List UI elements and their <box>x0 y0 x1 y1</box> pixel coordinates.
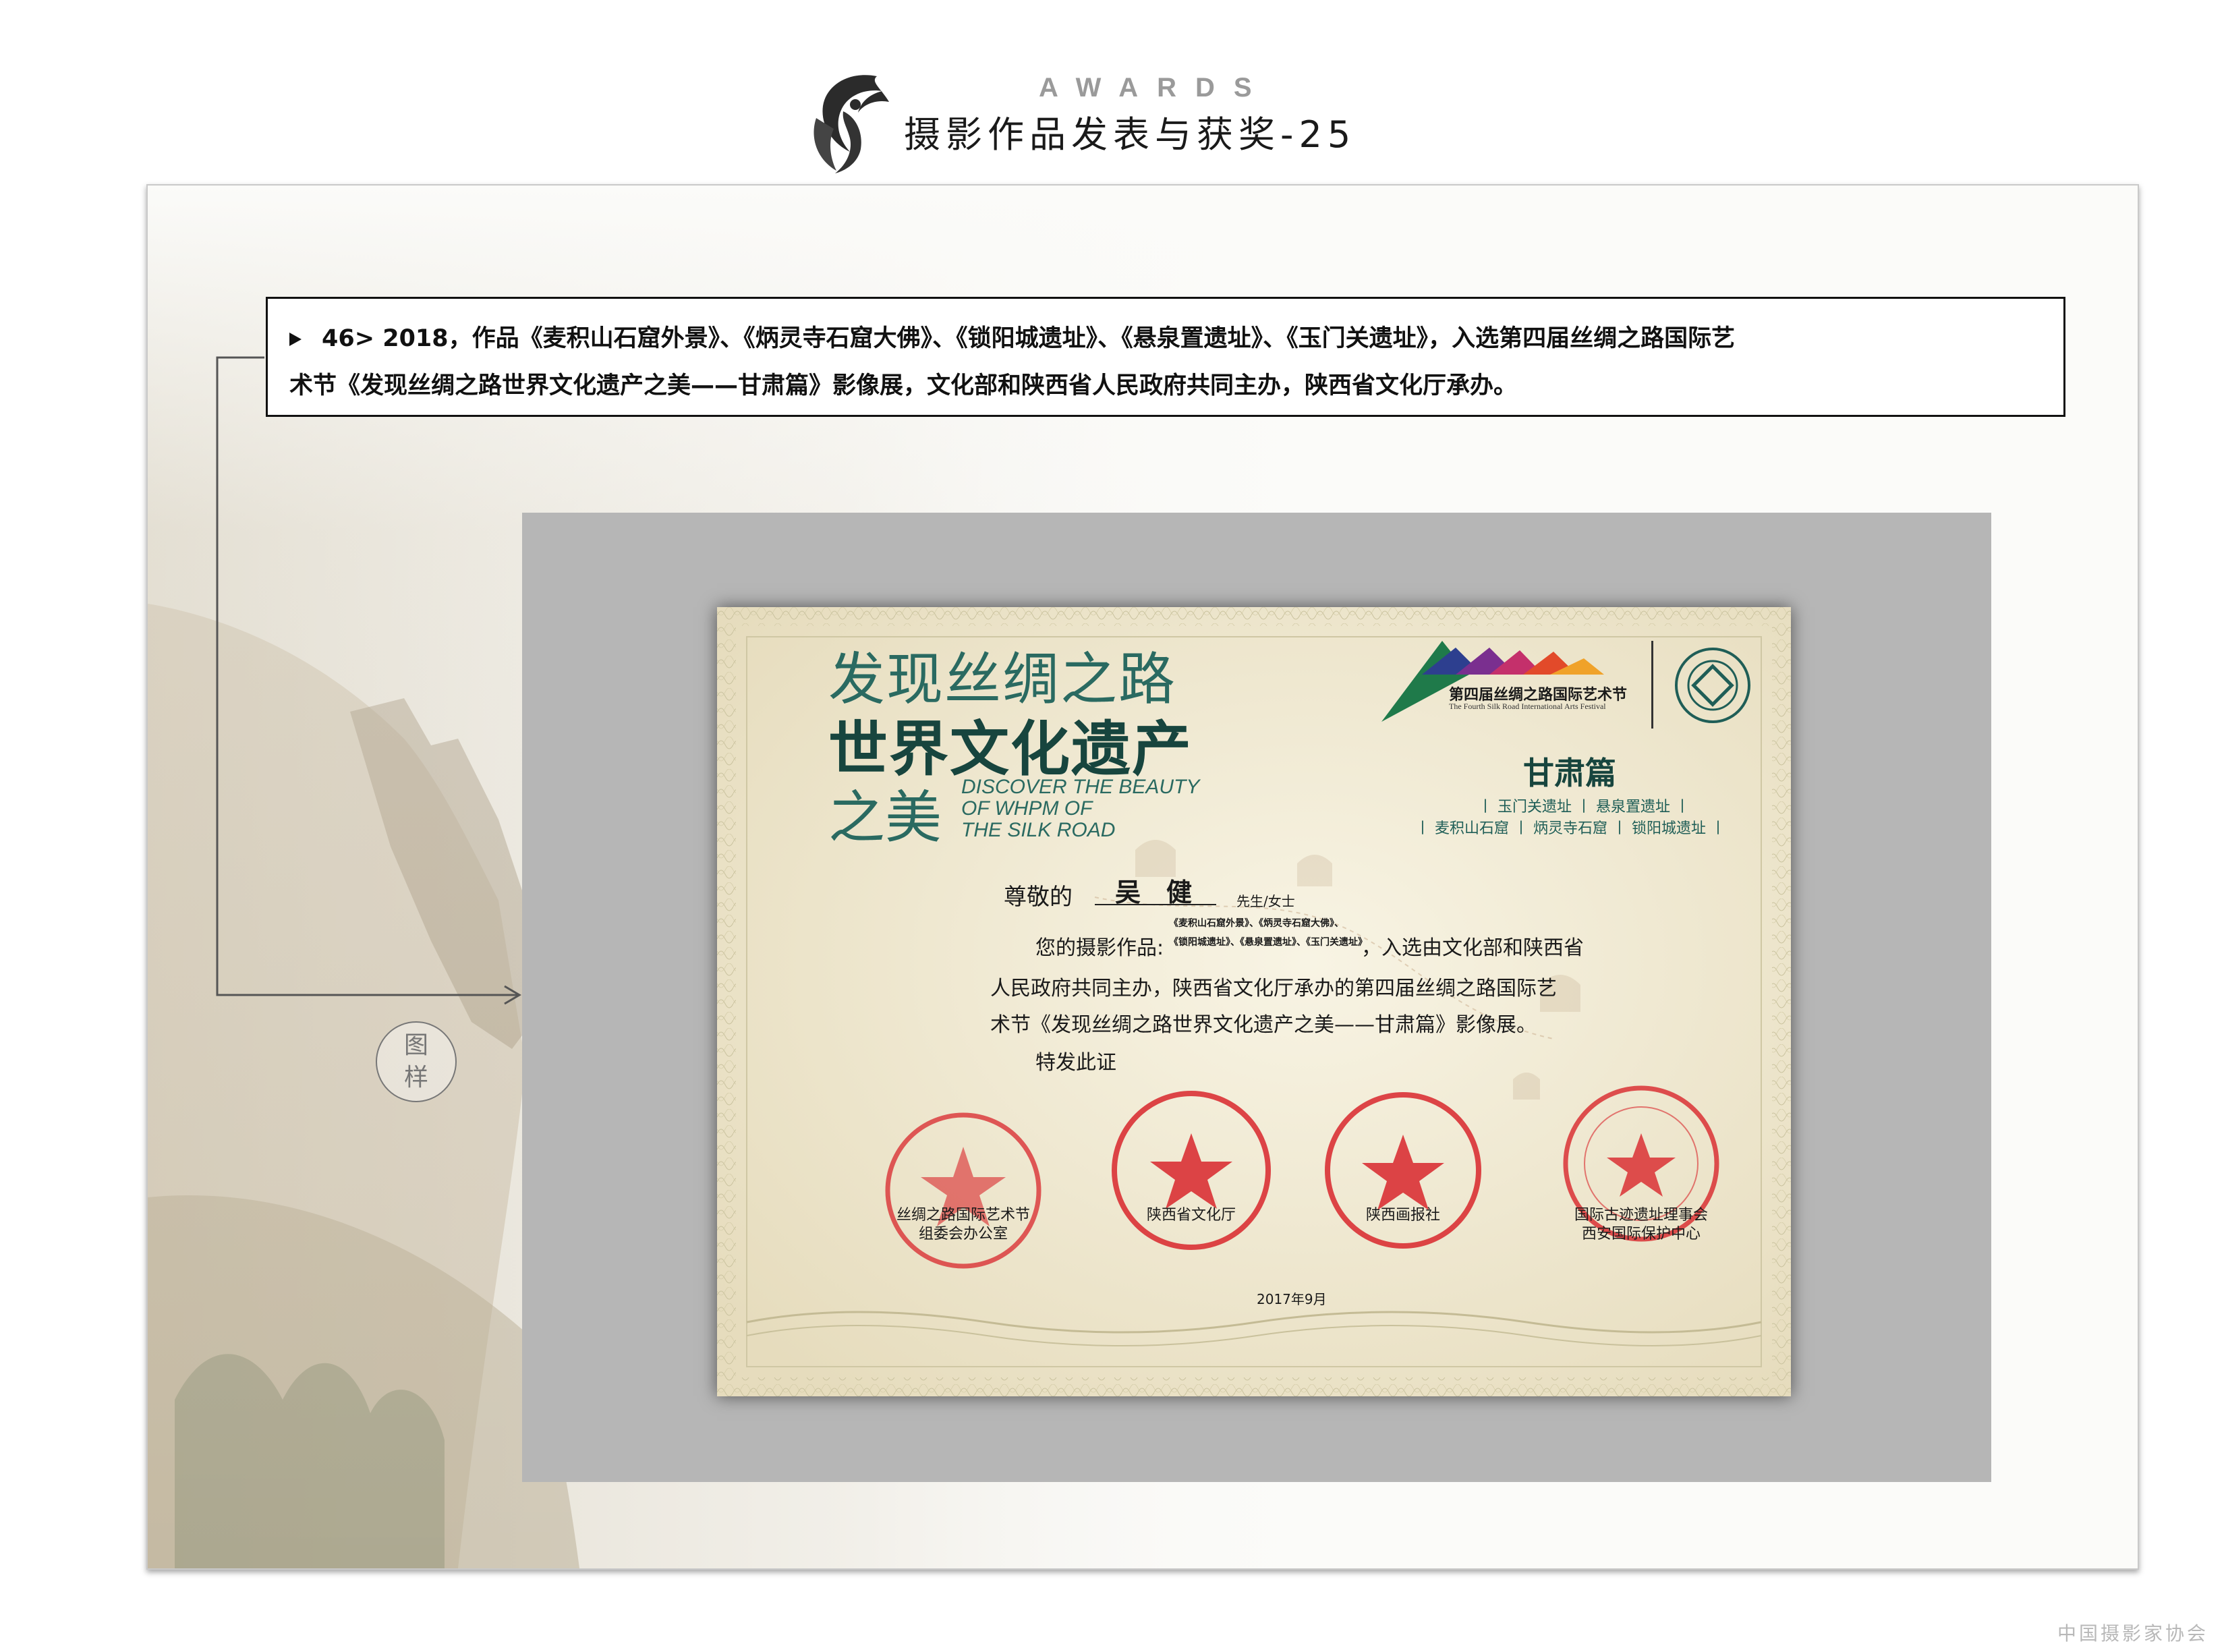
body-line-1-suffix: ，入选由文化部和陕西省 <box>1361 936 1584 960</box>
body-line-4: 特发此证 <box>1035 1051 1116 1075</box>
works-small-2: 《锁阳城遗址》、《悬泉置遗址》、《玉门关遗址》 <box>1169 937 1367 948</box>
watermark: 中国摄影家协会 <box>2057 1622 2209 1645</box>
stamp-1-label-1: 丝绸之路国际艺术节 <box>896 1207 1030 1224</box>
description-line-2: 术节《发现丝绸之路世界文化遗产之美——甘肃篇》影像展，文化部和陕西省人民政府共同… <box>289 372 1518 399</box>
cert-english-line-2: OF WHPM OF <box>961 797 1093 820</box>
awards-label: AWARDS <box>1039 73 1271 103</box>
stamp-4-label-1: 国际古迹遗址理事会 <box>1574 1207 1708 1224</box>
sites-line-2: 丨 麦积山石窟 丨 炳灵寺石窟 丨 锁阳城遗址 丨 <box>1415 820 1725 837</box>
stamp-3-label-1: 陕西画报社 <box>1365 1207 1440 1224</box>
stamp-festival-office-icon <box>885 1112 1041 1269</box>
figure-badge-line-2: 样 <box>403 1064 428 1091</box>
stamp-pictorial-icon <box>1325 1092 1481 1249</box>
description-line-1: 46> 2018，作品《麦积山石窟外景》、《炳灵寺石窟大佛》、《锁阳城遗址》、《… <box>289 315 2042 362</box>
stamp-2-label-1: 陕西省文化厅 <box>1146 1207 1236 1224</box>
cert-title-line-3: 之美 <box>828 785 942 851</box>
section-title: 甘肃篇 <box>1523 755 1616 791</box>
page-header: AWARDS 摄影作品发表与获奖-25 <box>0 0 2226 175</box>
figure-badge: 图 样 <box>376 1021 457 1102</box>
body-line-2: 人民政府共同主办，陕西省文化厅承办的第四届丝绸之路国际艺 <box>990 977 1557 1000</box>
logo-divider <box>1651 641 1653 729</box>
stamp-4-label-2: 西安国际保护中心 <box>1581 1226 1701 1243</box>
bullet-triangle-icon <box>289 333 302 346</box>
description-text-1: 46> 2018，作品《麦积山石窟外景》、《炳灵寺石窟大佛》、《锁阳城遗址》、《… <box>322 325 1736 352</box>
figure-badge-line-1: 图 <box>403 1031 428 1059</box>
stamp-1-label-2: 组委会办公室 <box>918 1226 1008 1243</box>
stamp-culture-dept-icon <box>1112 1091 1271 1250</box>
festival-english: The Fourth Silk Road International Arts … <box>1449 702 1606 711</box>
body-line-3: 术节《发现丝绸之路世界文化遗产之美——甘肃篇》影像展。 <box>990 1013 1537 1037</box>
sites-line-1: 丨 玉门关遗址 丨 悬泉置遗址 丨 <box>1478 799 1690 816</box>
cert-english-line-3: THE SILK ROAD <box>961 819 1116 841</box>
world-heritage-emblem-icon <box>1675 648 1750 723</box>
cert-english-line-1: DISCOVER THE BEAUTY <box>961 776 1200 798</box>
page-title: 摄影作品发表与获奖-25 <box>904 113 1357 156</box>
recipient-name: 吴 健 <box>1115 878 1193 907</box>
certificate: 发现丝绸之路 世界文化遗产 之美 DISCOVER THE BEAUTY OF … <box>717 607 1791 1396</box>
recipient-underline <box>1095 904 1216 905</box>
flying-apsara-logo-icon <box>814 75 889 173</box>
body-line-1-prefix: 您的摄影作品: <box>1035 936 1164 960</box>
honorific: 先生/女士 <box>1236 893 1295 909</box>
works-small-1: 《麦积山石窟外景》、《炳灵寺石窟大佛》、 <box>1169 918 1344 929</box>
issue-date: 2017年9月 <box>1257 1291 1327 1307</box>
salutation: 尊敬的 <box>1004 884 1073 911</box>
description-box: 46> 2018，作品《麦积山石窟外景》、《炳灵寺石窟大佛》、《锁阳城遗址》、《… <box>266 297 2065 417</box>
